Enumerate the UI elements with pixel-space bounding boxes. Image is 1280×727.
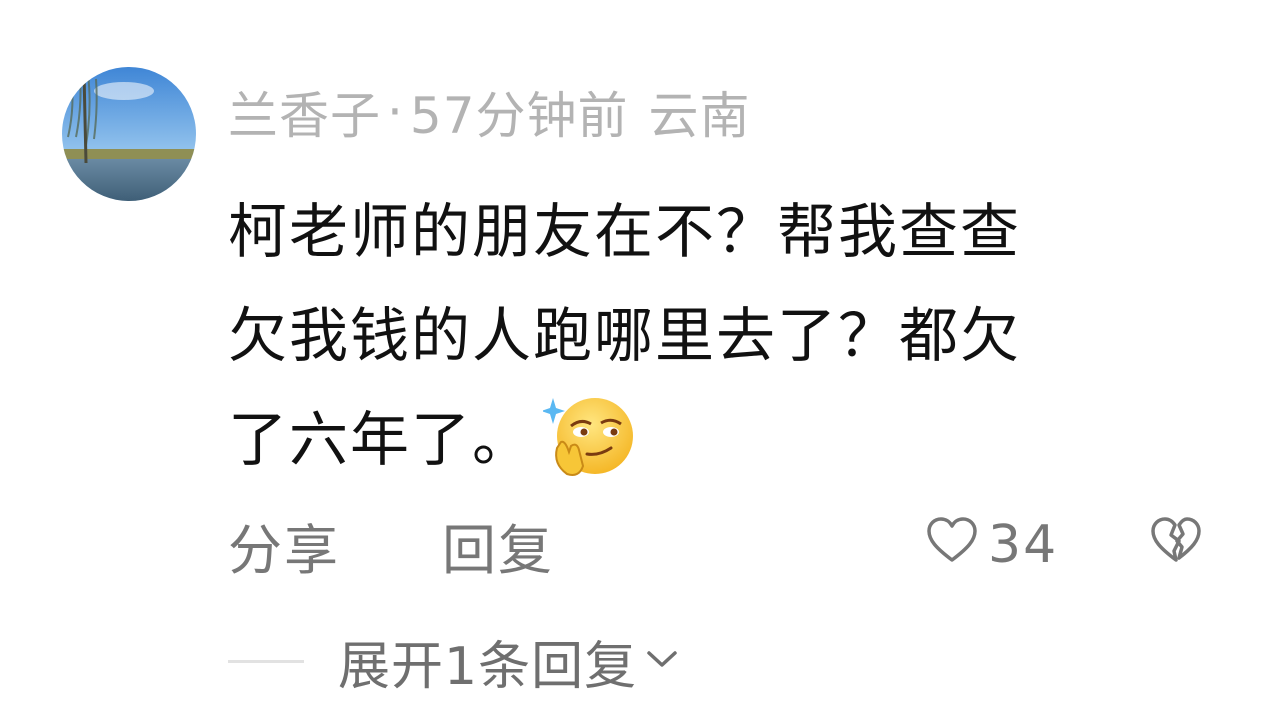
expand-replies-label: 展开1条回复 bbox=[338, 636, 638, 697]
meta-separator: · bbox=[387, 83, 404, 141]
comment-meta: 兰香子 · 57分钟前 云南 bbox=[228, 80, 751, 145]
share-button[interactable]: 分享 bbox=[228, 505, 340, 585]
comment-text: 柯老师的朋友在不？帮我查查 欠我钱的人跑哪里去了？都欠 了六年了。 bbox=[228, 180, 1188, 492]
like-button[interactable]: 34 bbox=[926, 505, 1058, 585]
comment-text-line: 柯老师的朋友在不？帮我查查 bbox=[228, 197, 1022, 266]
username[interactable]: 兰香子 bbox=[228, 76, 381, 148]
avatar[interactable] bbox=[62, 67, 196, 201]
timestamp: 57分钟前 bbox=[409, 87, 629, 145]
like-count: 34 bbox=[988, 515, 1059, 575]
comment-item: 兰香子 · 57分钟前 云南 柯老师的朋友在不？帮我查查 欠我钱的人跑哪里去了？… bbox=[0, 0, 1280, 727]
broken-heart-icon bbox=[1150, 514, 1202, 577]
reply-button[interactable]: 回复 bbox=[442, 505, 554, 585]
comment-text-line: 了六年了。 bbox=[228, 388, 1188, 492]
divider bbox=[228, 659, 304, 663]
comment-text-line: 欠我钱的人跑哪里去了？都欠 bbox=[228, 301, 1022, 370]
dislike-button[interactable] bbox=[1150, 505, 1202, 585]
action-bar: 分享 回复 34 bbox=[0, 505, 1280, 585]
location: 云南 bbox=[648, 87, 751, 145]
comment-text-line-content: 了六年了。 bbox=[228, 405, 534, 474]
heart-outline-icon bbox=[926, 514, 978, 577]
smirk-emoji-icon bbox=[541, 390, 635, 482]
chevron-down-icon bbox=[645, 647, 679, 675]
expand-replies-button[interactable]: 展开1条回复 bbox=[228, 625, 679, 697]
